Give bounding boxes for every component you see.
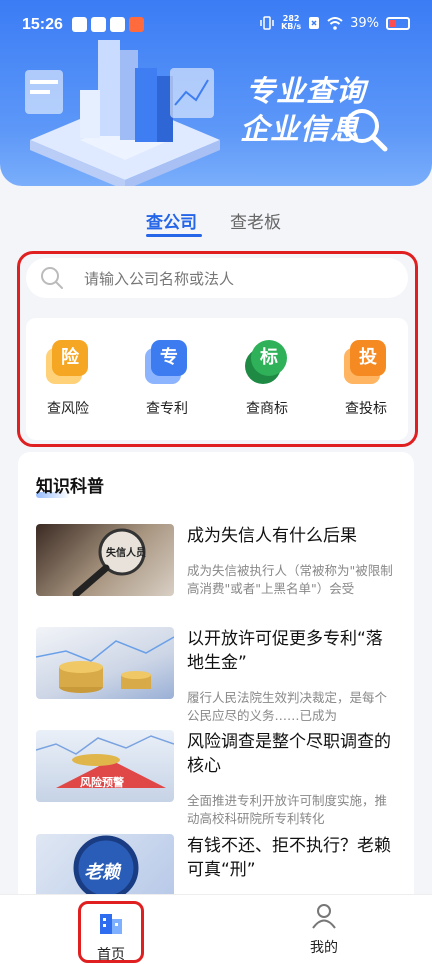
nav-home-label: 首页 bbox=[97, 947, 125, 963]
search-input[interactable]: 请输入公司名称或法人 bbox=[26, 258, 408, 298]
hero-banner: 15:26 282 KB/s 39% 专业查询 企业信息 bbox=[0, 0, 432, 186]
article-title: 风险调查是整个尽职调查的核心 bbox=[187, 732, 391, 776]
trademark-icon: 标 bbox=[245, 340, 289, 384]
building-illustration bbox=[25, 40, 220, 186]
article-item[interactable]: 失信人员 成为失信人有什么后果 成为失信被执行人（常被称为"被限制高消费"或者"… bbox=[36, 524, 396, 614]
article-desc: 全面推进专利开放许可制度实施，推动高校科研院所专利转化 bbox=[187, 793, 388, 826]
article-thumbnail: 失信人员 bbox=[36, 524, 174, 596]
sim-icon bbox=[309, 17, 320, 29]
article-desc: 履行人民法院生效判决裁定，是每个公民应尽的义务……已成为 bbox=[187, 690, 388, 723]
article-item[interactable]: 以开放许可促更多专利“落地生金” 履行人民法院生效判决裁定，是每个公民应尽的义务… bbox=[36, 627, 396, 723]
quick-label: 查投标 bbox=[345, 401, 387, 417]
quick-bidding[interactable]: 投 查投标 bbox=[331, 340, 401, 418]
article-desc: 成为失信被执行人（常被称为"被限制高消费"或者"上黑名单"）会受 bbox=[187, 563, 393, 596]
article-item[interactable]: 风险预警 风险调查是整个尽职调查的核心 全面推进专利开放许可制度实施，推动高校科… bbox=[36, 730, 396, 826]
nav-mine[interactable]: 我的 bbox=[294, 903, 354, 957]
article-title: 以开放许可促更多专利“落地生金” bbox=[187, 629, 383, 673]
person-icon bbox=[312, 904, 336, 929]
coins-thumb-icon bbox=[36, 636, 174, 693]
quick-label: 查风险 bbox=[47, 401, 89, 417]
patent-icon: 专 bbox=[145, 340, 189, 384]
net-speed: 282 KB/s bbox=[281, 14, 302, 31]
risk-warning-thumb-icon bbox=[36, 735, 174, 788]
slogan-line-1: 专业查询 bbox=[246, 74, 367, 108]
article-title: 有钱不还、拒不执行？老赖可真“刑” bbox=[187, 836, 391, 880]
article-thumbnail bbox=[36, 627, 174, 699]
search-placeholder: 请输入公司名称或法人 bbox=[84, 270, 235, 288]
nav-mine-label: 我的 bbox=[310, 940, 338, 956]
vibrate-icon bbox=[260, 16, 274, 30]
quick-label: 查商标 bbox=[246, 401, 288, 417]
knowledge-section: 知识科普 失信人员 成为失信人有什么后果 成为失信被执行人（常被称为"被限制高消… bbox=[18, 452, 414, 912]
tab-boss[interactable]: 查老板 bbox=[230, 208, 281, 233]
magnifier-thumb-icon bbox=[72, 528, 146, 596]
search-type-tabs: 查公司 查老板 bbox=[0, 208, 432, 238]
thumb-text: 老赖 bbox=[84, 862, 120, 883]
tab-company[interactable]: 查公司 bbox=[146, 208, 197, 233]
article-thumbnail: 风险预警 bbox=[36, 730, 174, 802]
quick-label: 查专利 bbox=[146, 401, 188, 417]
slogan-line-2: 企业信 bbox=[240, 112, 331, 146]
quick-patent[interactable]: 专 查专利 bbox=[132, 340, 202, 418]
bidding-icon: 投 bbox=[344, 340, 388, 384]
risk-icon: 险 bbox=[46, 340, 90, 384]
quick-actions: 险 查风险 专 查专利 标 查商标 投 查投标 bbox=[26, 318, 408, 440]
active-tab-indicator bbox=[146, 234, 202, 237]
search-icon bbox=[41, 267, 63, 289]
thumb-text: 失信人员 bbox=[106, 548, 146, 559]
battery-percent: 39% bbox=[350, 15, 379, 31]
battery-icon bbox=[386, 16, 410, 30]
building-icon bbox=[100, 914, 122, 934]
wifi-icon bbox=[327, 16, 343, 30]
article-title: 成为失信人有什么后果 bbox=[187, 526, 357, 546]
quick-trademark[interactable]: 标 查商标 bbox=[232, 340, 302, 418]
bottom-nav: 首页 我的 bbox=[0, 894, 432, 964]
quick-risk[interactable]: 险 查风险 bbox=[33, 340, 103, 418]
section-title: 知识科普 bbox=[36, 477, 104, 497]
thumb-text: 风险预警 bbox=[80, 776, 124, 789]
nav-home[interactable]: 首页 bbox=[78, 901, 144, 963]
magnifier-icon bbox=[345, 109, 388, 152]
